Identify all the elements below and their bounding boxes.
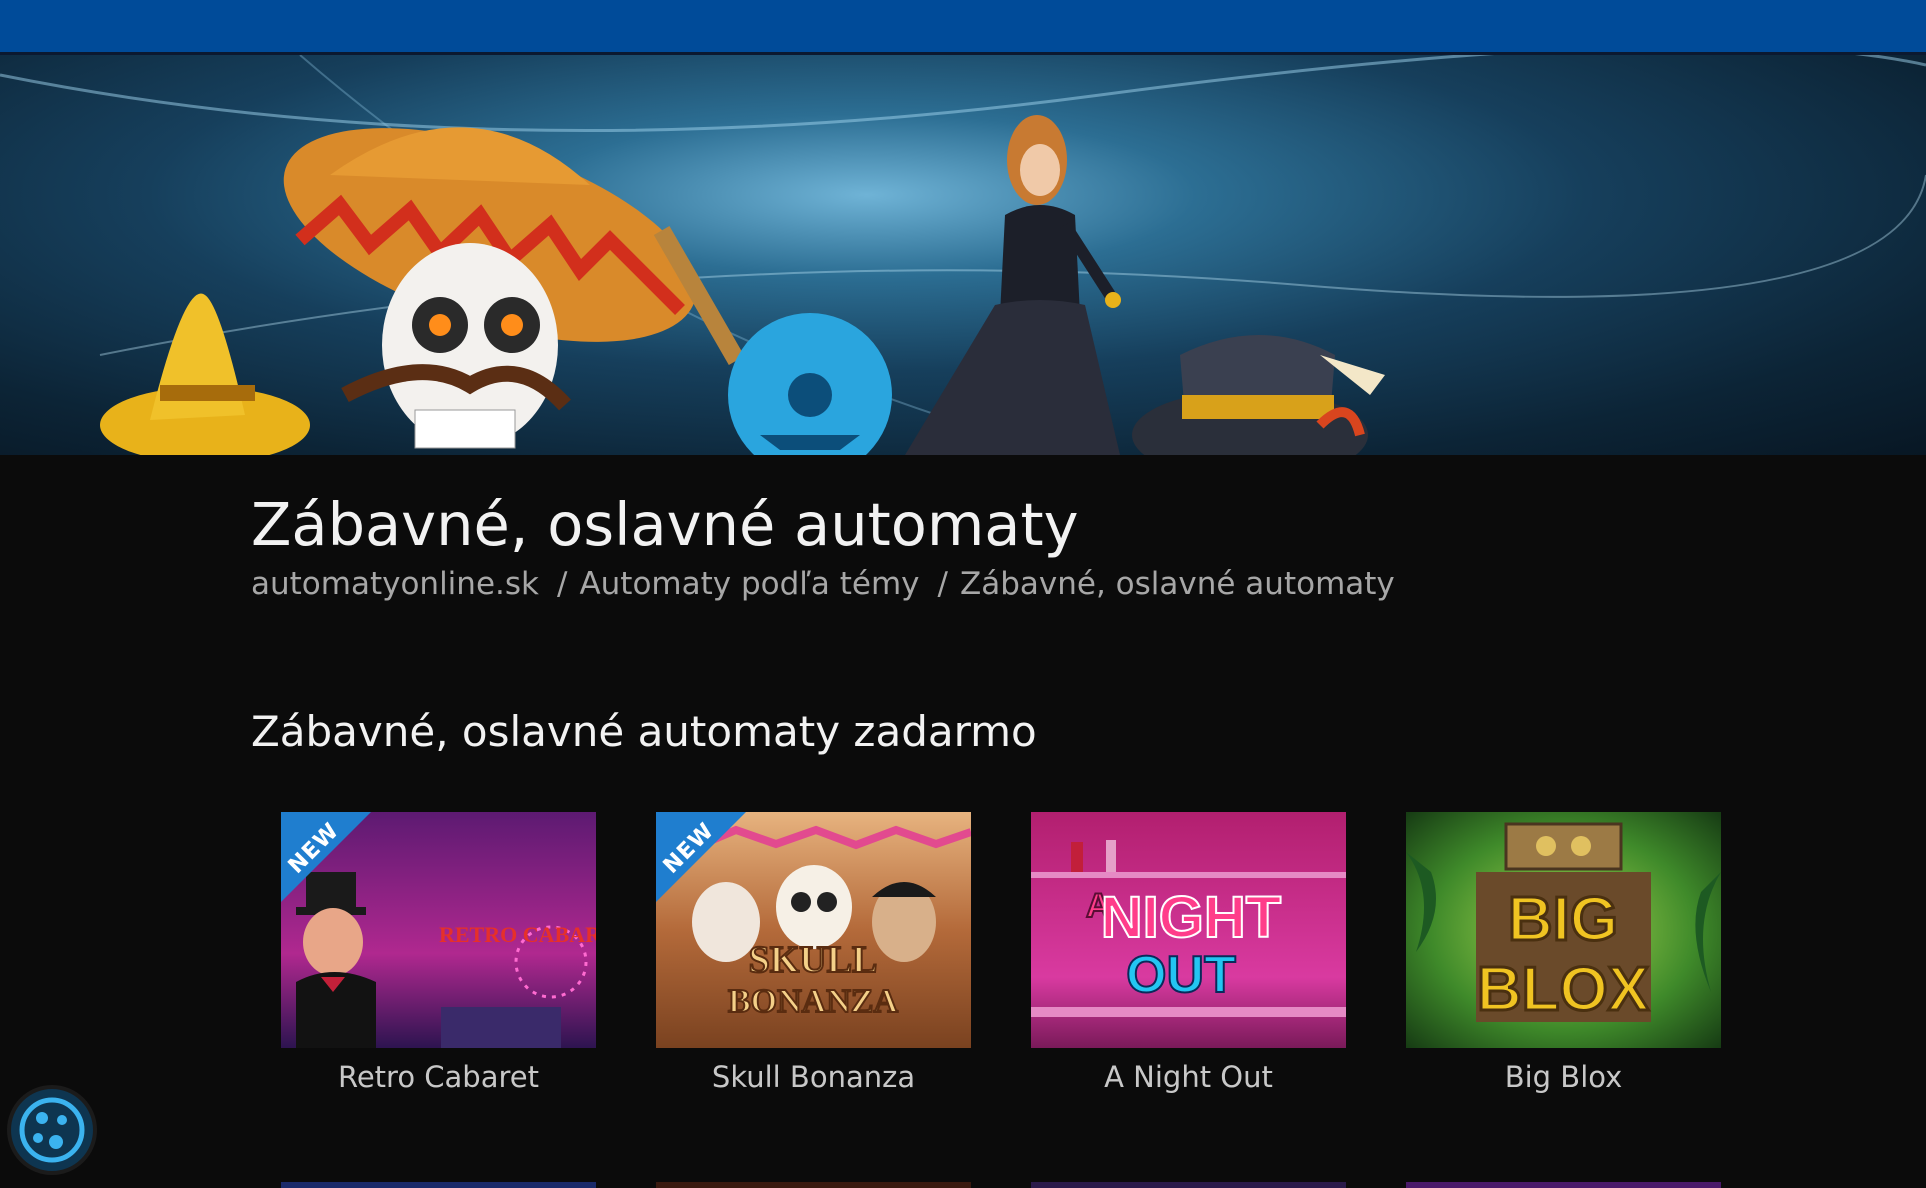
game-logo-text: BIG bbox=[1508, 885, 1618, 954]
game-logo-text: RETRO CABARET bbox=[439, 922, 596, 947]
breadcrumb-separator: / bbox=[556, 566, 568, 602]
game-card-partial[interactable] bbox=[281, 1182, 596, 1188]
game-card-skull-bonanza[interactable]: SKULL BONANZA NEW Skull Bonanza bbox=[656, 812, 971, 1094]
small-sombrero-icon bbox=[100, 293, 310, 455]
skull-with-sombrero-icon bbox=[283, 127, 697, 449]
game-title[interactable]: Big Blox bbox=[1406, 1060, 1721, 1094]
game-logo-text: OUT bbox=[1126, 946, 1236, 1004]
game-logo-text: BLOX bbox=[1477, 955, 1649, 1024]
game-title[interactable]: Retro Cabaret bbox=[281, 1060, 596, 1094]
cookie-icon bbox=[19, 1097, 85, 1163]
breadcrumb-link-themes[interactable]: Automaty podľa témy bbox=[579, 566, 919, 602]
hero-banner-image bbox=[0, 55, 1926, 455]
game-card-partial[interactable] bbox=[656, 1182, 971, 1188]
top-navigation-bar bbox=[0, 0, 1926, 55]
woman-in-black-dress-icon bbox=[905, 115, 1121, 455]
breadcrumb: automatyonline.sk / Automaty podľa témy / Zá… bbox=[251, 566, 1395, 602]
game-thumbnail-a-night-out[interactable]: A NIGHT OUT bbox=[1031, 812, 1346, 1048]
game-logo-text: NIGHT bbox=[1101, 885, 1281, 950]
breadcrumb-link-home[interactable]: automatyonline.sk bbox=[251, 566, 539, 602]
game-card-partial[interactable] bbox=[1406, 1182, 1721, 1188]
breadcrumb-current: Zábavné, oslavné automaty bbox=[959, 566, 1395, 602]
game-title[interactable]: A Night Out bbox=[1031, 1060, 1346, 1094]
page-title: Zábavné, oslavné automaty bbox=[251, 490, 1079, 559]
game-thumbnail-skull-bonanza[interactable]: SKULL BONANZA NEW bbox=[656, 812, 971, 1048]
game-card-a-night-out[interactable]: A NIGHT OUT A Night Out bbox=[1031, 812, 1346, 1094]
new-badge: NEW bbox=[656, 812, 746, 902]
game-thumbnail-big-blox[interactable]: BIG BLOX bbox=[1406, 812, 1721, 1048]
game-card-retro-cabaret[interactable]: RETRO CABARET NEW Retro Cabaret bbox=[281, 812, 596, 1094]
game-logo-text: SKULL bbox=[749, 939, 878, 981]
top-hat-icon bbox=[1132, 335, 1385, 455]
game-card-big-blox[interactable]: BIG BLOX Big Blox bbox=[1406, 812, 1721, 1094]
game-card-partial[interactable] bbox=[1031, 1182, 1346, 1188]
game-title[interactable]: Skull Bonanza bbox=[656, 1060, 971, 1094]
new-badge: NEW bbox=[281, 812, 371, 902]
breadcrumb-separator: / bbox=[937, 566, 948, 602]
section-title: Zábavné, oslavné automaty zadarmo bbox=[251, 707, 1037, 756]
cookie-settings-button[interactable] bbox=[7, 1085, 97, 1175]
guitar-icon bbox=[653, 226, 892, 455]
game-thumbnail-retro-cabaret[interactable]: RETRO CABARET NEW bbox=[281, 812, 596, 1048]
game-logo-text: BONANZA bbox=[728, 983, 898, 1020]
hero-banner bbox=[0, 55, 1926, 455]
